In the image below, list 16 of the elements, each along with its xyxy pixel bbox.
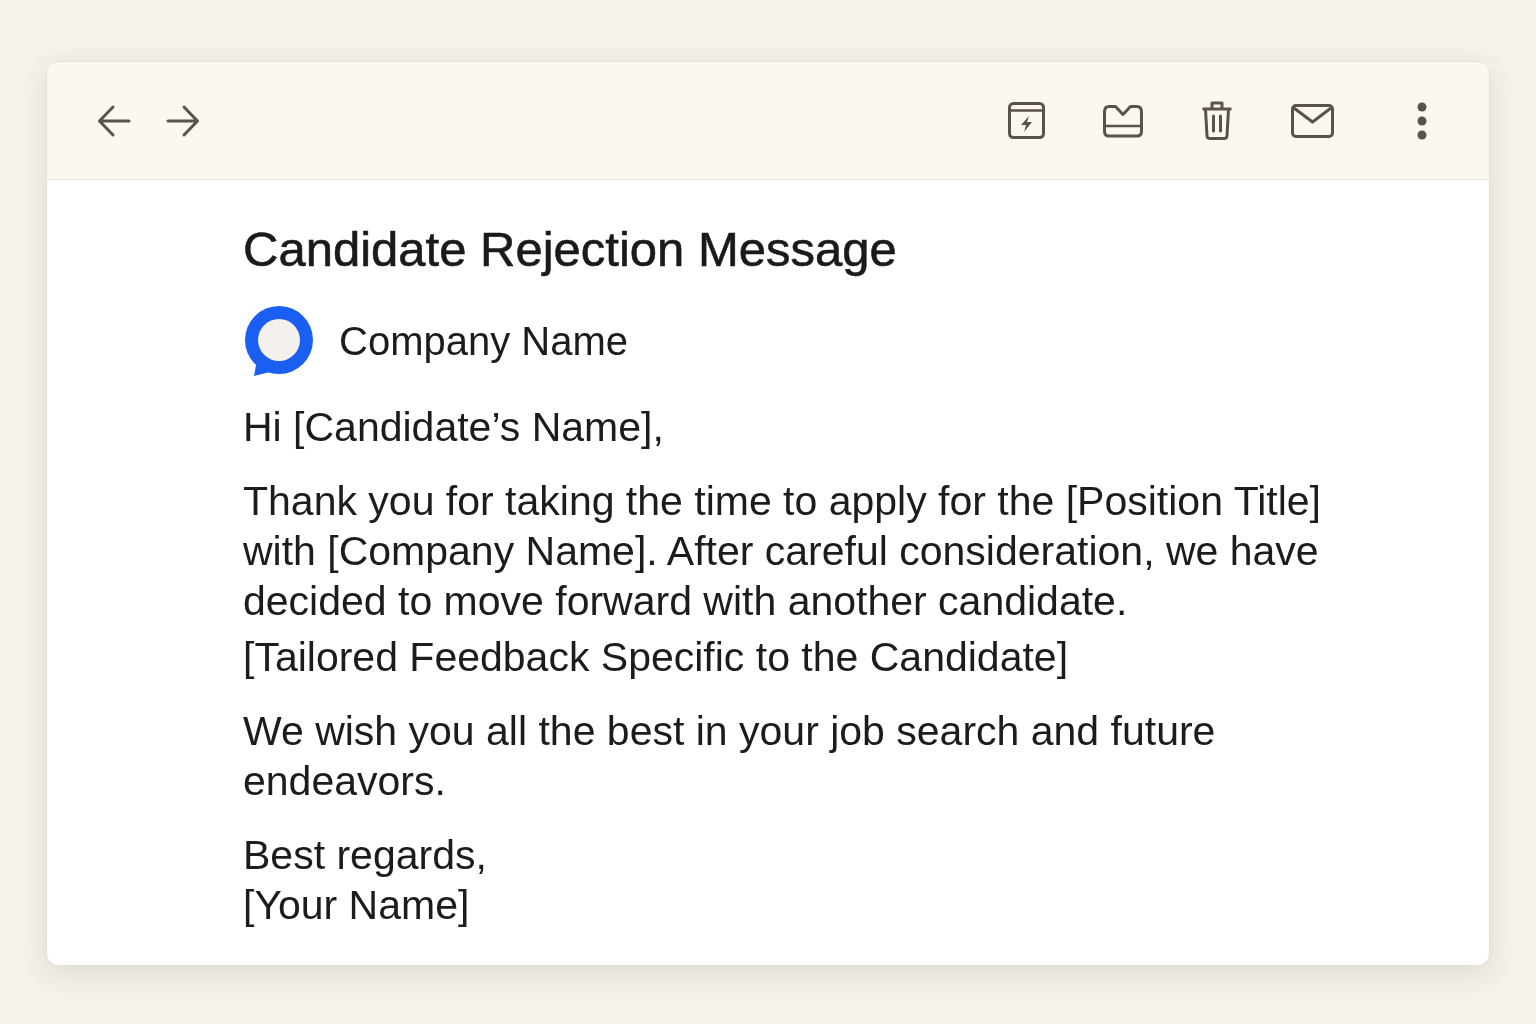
open-envelope-icon[interactable] xyxy=(1103,103,1143,138)
back-arrow-icon[interactable] xyxy=(97,103,131,138)
speech-bubble-logo-icon xyxy=(243,306,313,376)
forward-arrow-icon[interactable] xyxy=(166,103,200,138)
trash-icon[interactable] xyxy=(1201,101,1233,140)
more-icon[interactable] xyxy=(1417,101,1427,140)
sign-off-line: Best regards, xyxy=(243,831,488,880)
sign-off-line: [Your Name] xyxy=(243,881,471,930)
body-paragraph: Thank you for taking the time to apply for the [Position Title] with [Company Name]. After careful consideration, we have decided to move forward with another candidate. xyxy=(243,477,1322,626)
email-subject: Candidate Rejection Message xyxy=(243,221,898,278)
body-paragraph: [Tailored Feedback Specific to the Candidate] xyxy=(243,633,1070,682)
body-paragraph: We wish you all the best in your job search and future endeavors. xyxy=(243,707,1217,806)
box-bolt-icon[interactable] xyxy=(1008,102,1045,139)
envelope-icon[interactable] xyxy=(1291,103,1334,138)
greeting-text: Hi [Candidate’s Name], xyxy=(243,403,665,452)
sender-name: Company Name xyxy=(339,318,628,365)
